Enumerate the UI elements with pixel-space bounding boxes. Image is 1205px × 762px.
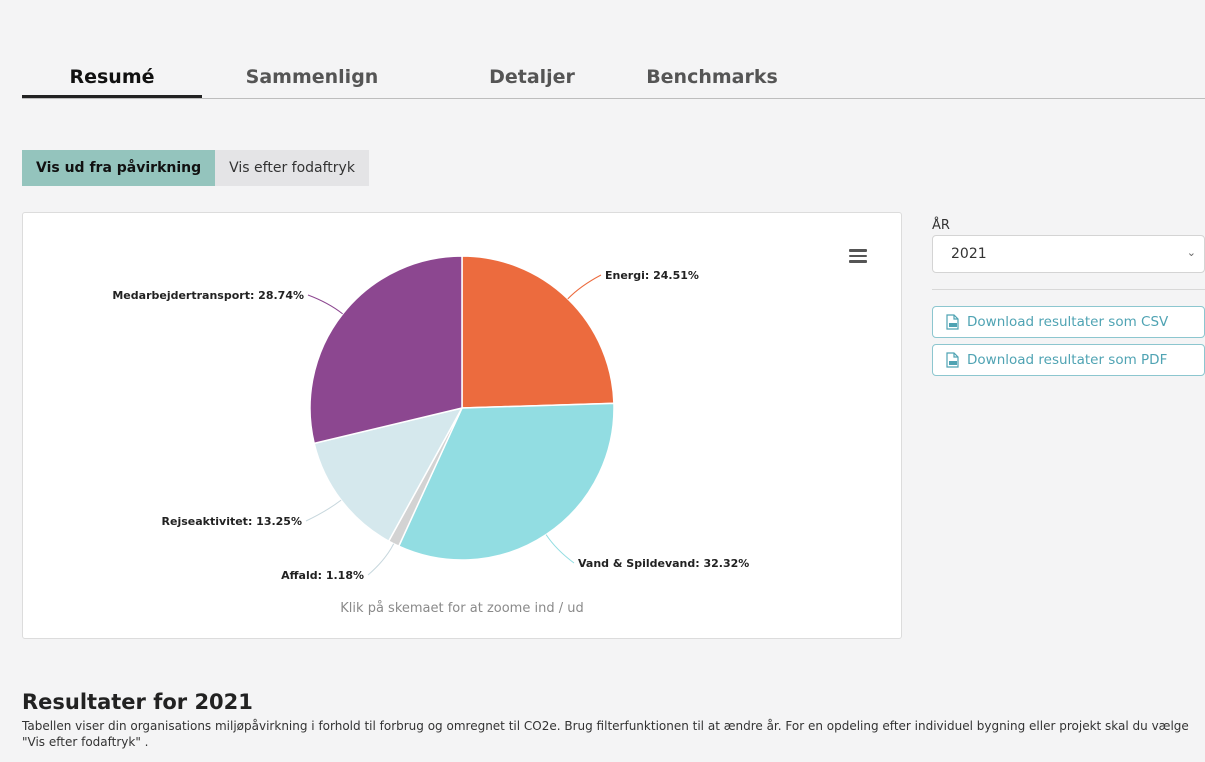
view-impact-button[interactable]: Vis ud fra påvirkning: [22, 150, 216, 186]
year-select[interactable]: 2021 ⌄: [932, 235, 1205, 273]
pie-label-vand-spildevand: Vand & Spildevand: 32.32%: [578, 557, 749, 570]
tab-sammenlign[interactable]: Sammenlign: [202, 66, 422, 96]
csv-file-icon: [946, 314, 959, 330]
view-footprint-button[interactable]: Vis efter fodaftryk: [215, 150, 369, 186]
download-pdf-button[interactable]: Download resultater som PDF: [932, 344, 1205, 376]
download-pdf-label: Download resultater som PDF: [967, 352, 1168, 368]
tab-benchmarks[interactable]: Benchmarks: [602, 66, 822, 96]
panel-divider: [932, 289, 1205, 290]
tab-resume[interactable]: Resumé: [22, 66, 202, 96]
pie-label-medarbejdertransport: Medarbejdertransport: 28.74%: [112, 289, 304, 302]
pie-chart-card[interactable]: Energi: 24.51% Vand & Spildevand: 32.32% A…: [22, 212, 902, 639]
year-label: ÅR: [932, 218, 950, 233]
tab-bar: Resumé Sammenlign Detaljer Benchmarks: [22, 60, 1205, 99]
pie-chart[interactable]: Energi: 24.51% Vand & Spildevand: 32.32% A…: [23, 213, 901, 638]
pie-label-energi: Energi: 24.51%: [605, 269, 699, 282]
active-tab-indicator: [22, 95, 202, 98]
year-select-value: 2021: [951, 246, 987, 262]
pie-connector-energi: [567, 274, 602, 300]
pie-connector-vand-spildevand: [545, 534, 575, 564]
view-toggle: Vis ud fra påvirkning Vis efter fodaftry…: [22, 150, 369, 186]
pie-connector-medarbejdertransport: [307, 294, 343, 315]
pie-connector-affald: [367, 543, 395, 576]
pie-label-affald: Affald: 1.18%: [281, 569, 364, 582]
pie-connector-rejseaktivitet: [305, 499, 342, 522]
results-description: Tabellen viser din organisations miljøpå…: [22, 719, 1189, 749]
pdf-file-icon: [946, 352, 959, 368]
download-csv-button[interactable]: Download resultater som CSV: [932, 306, 1205, 338]
chart-menu-icon[interactable]: [849, 249, 867, 263]
results-title: Resultater for 2021: [22, 690, 253, 714]
pie-label-rejseaktivitet: Rejseaktivitet: 13.25%: [162, 515, 302, 528]
chevron-down-icon: ⌄: [1186, 247, 1196, 259]
chart-zoom-hint: Klik på skemaet for at zoome ind / ud: [340, 601, 584, 616]
pie-slice-energi[interactable]: [461, 255, 615, 409]
download-csv-label: Download resultater som CSV: [967, 314, 1169, 330]
